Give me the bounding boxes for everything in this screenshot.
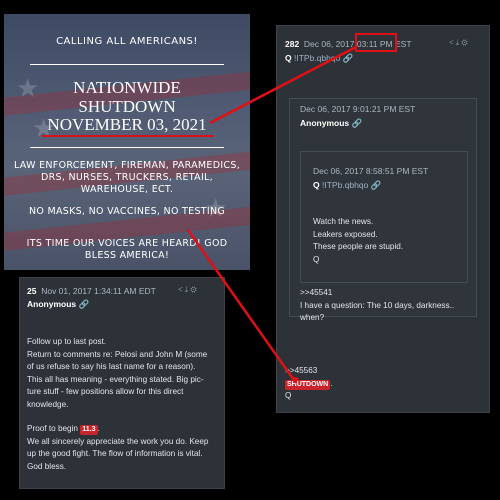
post-actions: <⤓⚙ bbox=[449, 38, 470, 48]
red-underline bbox=[42, 135, 214, 137]
tripcode: !ITPb.qbhqo bbox=[294, 53, 341, 63]
link-icon[interactable]: 🔗 bbox=[79, 299, 90, 309]
body-line: of us refuse to say his last name for a … bbox=[27, 362, 196, 371]
share-icon[interactable]: < bbox=[449, 38, 456, 47]
author-name: Anonymous bbox=[300, 118, 350, 128]
time-highlight-box bbox=[355, 33, 397, 52]
post-282-card: 282 Dec 06, 2017 03:11 PM EST <⤓⚙ Q !ITP… bbox=[276, 25, 490, 413]
body-line: Q bbox=[313, 254, 320, 264]
link-icon[interactable]: 🔗 bbox=[371, 180, 382, 190]
body-line: Follow up to last post. bbox=[27, 337, 107, 346]
signature: Q bbox=[285, 391, 292, 400]
link-icon[interactable]: 🔗 bbox=[352, 118, 363, 128]
author-name: Q bbox=[313, 180, 320, 190]
body-line: when? bbox=[300, 313, 325, 322]
body-line: knowledge. bbox=[27, 399, 69, 409]
flyer-title-line1: NATIONWIDE bbox=[73, 78, 181, 97]
body-line: This all has meaning - everything stated… bbox=[27, 374, 204, 384]
shutdown-flyer-image: ★ ★ ★ CALLING ALL AMERICANS! NATIONWIDE … bbox=[4, 14, 250, 270]
quoted-post: Dec 06, 2017 9:01:21 PM EST Anonymous 🔗 … bbox=[289, 98, 477, 322]
proof-line: Proof to begin 11.3. bbox=[27, 423, 221, 436]
body-line: Leakers exposed. bbox=[313, 229, 378, 239]
body-line: Return to comments re: Pelosi and John M… bbox=[27, 349, 208, 359]
gear-icon[interactable]: ⚙ bbox=[461, 38, 469, 47]
post-date: Nov 01, 2017 1:34:11 AM EDT bbox=[41, 286, 156, 296]
quote-date: Dec 06, 2017 9:01:21 PM EST bbox=[300, 104, 416, 114]
post-author: Anonymous 🔗 bbox=[27, 299, 89, 310]
nested-body: Watch the news. Leakers exposed. These p… bbox=[313, 216, 403, 266]
post-actions: <⤓⚙ bbox=[178, 285, 199, 295]
post-body: >>45563 SHUTDOWN. Q bbox=[285, 365, 333, 403]
punct: . bbox=[97, 424, 100, 433]
post-25-card: 25 Nov 01, 2017 1:34:11 AM EDT <⤓⚙ Anony… bbox=[19, 277, 225, 489]
shutdown-tag: SHUTDOWN bbox=[285, 379, 331, 390]
quote-author: Anonymous 🔗 bbox=[300, 118, 362, 129]
proof-tag: 11.3 bbox=[80, 425, 98, 435]
body-line: ture stuff - few positions allow for thi… bbox=[27, 387, 184, 396]
punct: . bbox=[330, 378, 333, 388]
post-body: Follow up to last post. Return to commen… bbox=[27, 336, 221, 473]
author-name: Anonymous bbox=[27, 299, 77, 309]
post-number: 25 bbox=[27, 286, 37, 296]
quote-body: >>45541 I have a question: The 10 days, … bbox=[300, 287, 472, 325]
body-line: These people are stupid. bbox=[313, 242, 404, 251]
link-icon[interactable]: 🔗 bbox=[343, 53, 354, 63]
nested-date: Dec 06, 2017 8:58:51 PM EST bbox=[313, 166, 429, 176]
proof-text: Proof to begin bbox=[27, 424, 78, 433]
reply-ref[interactable]: >>45563 bbox=[285, 365, 333, 378]
flyer-workers: LAW ENFORCEMENT, FIREMAN, PARAMEDICS, DR… bbox=[14, 160, 241, 195]
divider bbox=[30, 147, 224, 148]
post-number: 282 bbox=[285, 39, 300, 49]
flyer-no-masks: NO MASKS, NO VACCINES, NO TESTING bbox=[28, 206, 226, 217]
flyer-heading: CALLING ALL AMERICANS! bbox=[56, 36, 198, 47]
nested-author: Q !ITPb.qbhqo 🔗 bbox=[313, 180, 381, 191]
divider bbox=[30, 64, 224, 65]
gear-icon[interactable]: ⚙ bbox=[190, 285, 198, 294]
flyer-voices: ITS TIME OUR VOICES ARE HEARD! GOD BLESS… bbox=[26, 238, 228, 261]
body-line: Watch the news. bbox=[313, 217, 374, 226]
tripcode: !ITPb.qbhqo bbox=[322, 180, 369, 190]
shutdown-line: SHUTDOWN. bbox=[285, 378, 333, 391]
body-line: I have a question: The 10 days, darkness… bbox=[300, 300, 455, 310]
author-name: Q bbox=[285, 53, 292, 63]
body-line: We all sincerely appreciate the work you… bbox=[27, 436, 209, 446]
share-icon[interactable]: < bbox=[178, 285, 185, 294]
body-line: God bless. bbox=[27, 461, 67, 471]
post-author: Q !ITPb.qbhqo 🔗 bbox=[285, 53, 353, 64]
nested-quote: Dec 06, 2017 8:58:51 PM EST Q !ITPb.qbhq… bbox=[300, 151, 468, 283]
reply-ref[interactable]: >>45541 bbox=[300, 287, 472, 300]
body-line: up the good fight. The flow of informati… bbox=[27, 449, 203, 458]
post-header: 25 Nov 01, 2017 1:34:11 AM EDT bbox=[27, 286, 156, 296]
flyer-title-line3: NOVEMBER 03, 2021 bbox=[47, 115, 207, 134]
flyer-title-line2: SHUTDOWN bbox=[78, 97, 176, 116]
post-date: Dec 06, 2017 bbox=[303, 39, 355, 49]
